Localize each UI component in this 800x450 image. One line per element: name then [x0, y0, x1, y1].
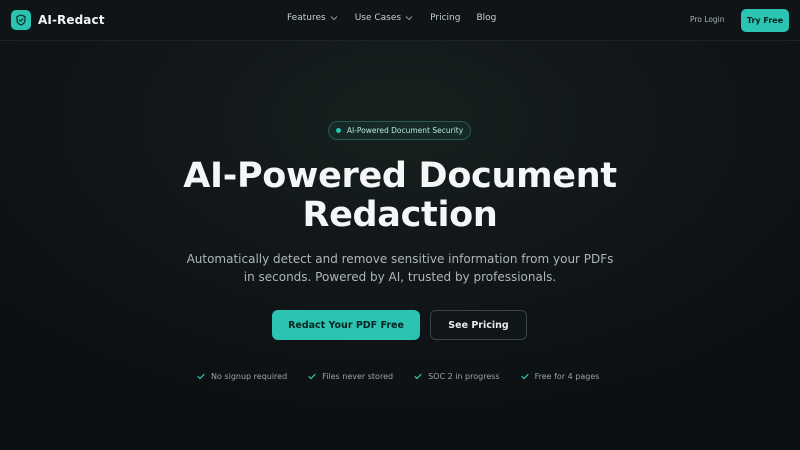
nav-links: Features Use Cases Pricing Blog [287, 13, 496, 23]
nav-item-features[interactable]: Features [287, 13, 338, 23]
check-icon [414, 373, 422, 380]
landing-page: AI-Redact Features Use Cases Pricing Blo… [0, 0, 800, 450]
feature-label: SOC 2 in progress [428, 372, 500, 381]
check-icon [197, 373, 205, 380]
nav-item-pricing[interactable]: Pricing [430, 13, 460, 23]
feature-item: No signup required [197, 372, 287, 381]
chevron-down-icon [405, 16, 413, 21]
nav-item-label: Blog [476, 13, 497, 23]
check-icon [520, 373, 529, 380]
top-navbar: AI-Redact Features Use Cases Pricing Blo… [0, 0, 800, 41]
nav-item-blog[interactable]: Blog [476, 13, 496, 23]
subtitle-line-1: Automatically detect and remove sensitiv… [186, 252, 614, 266]
nav-item-label: Pricing [430, 13, 461, 23]
feature-item: Free for 4 pages [520, 372, 600, 381]
feature-item: SOC 2 in progress [414, 372, 500, 381]
hero-subtitle: Automatically detect and remove sensitiv… [150, 250, 650, 286]
feature-label: Free for 4 pages [534, 372, 600, 381]
nav-item-label: Use Cases [354, 13, 402, 23]
brand[interactable]: AI-Redact [11, 10, 105, 30]
nav-item-label: Features [287, 13, 326, 23]
brand-name: AI-Redact [38, 13, 105, 27]
try-free-button[interactable]: Try Free [741, 9, 789, 32]
feature-item: Files never stored [308, 372, 393, 381]
headline-line-1: AI-Powered Document [183, 156, 617, 196]
feature-label: No signup required [211, 372, 288, 381]
redact-pdf-button[interactable]: Redact Your PDF Free [272, 310, 420, 340]
status-dot-icon [335, 128, 341, 133]
hero-headline: AI-Powered Document Redaction [100, 157, 700, 235]
chevron-down-icon [330, 16, 338, 21]
shield-check-icon [11, 10, 31, 30]
feature-list: No signup required Files never stored SO… [197, 372, 599, 381]
headline-line-2: Redaction [302, 195, 498, 235]
nav-item-use-cases[interactable]: Use Cases [355, 13, 413, 23]
feature-label: Files never stored [322, 372, 394, 381]
check-icon [308, 373, 316, 380]
pro-login-link[interactable]: Pro Login [690, 15, 725, 24]
subtitle-line-2: in seconds. Powered by AI, trusted by pr… [243, 270, 557, 284]
badge-label: AI-Powered Document Security [346, 126, 464, 135]
hero-badge: AI-Powered Document Security [328, 121, 471, 140]
see-pricing-button[interactable]: See Pricing [430, 310, 527, 340]
